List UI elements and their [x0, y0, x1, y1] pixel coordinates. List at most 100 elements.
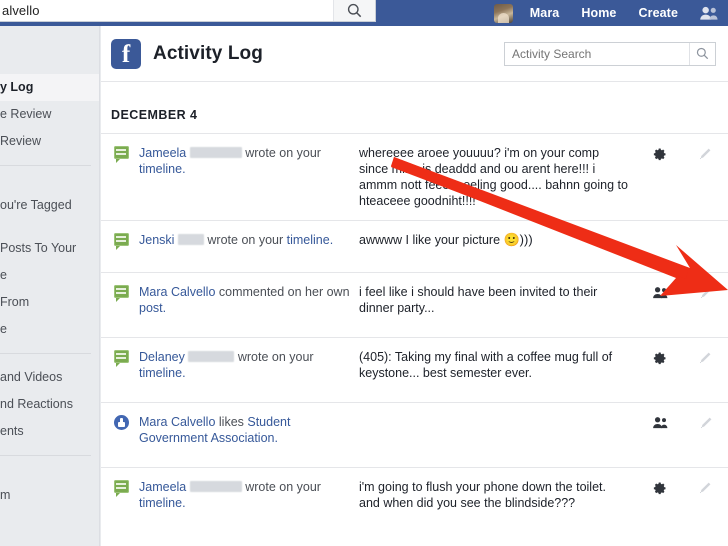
table-row[interactable]: Jameela wrote on your timeline. i'm goin…: [101, 468, 728, 533]
sidebar-item-timeline-review[interactable]: e Review: [0, 101, 99, 128]
sidebar-item-comments[interactable]: ents: [0, 418, 99, 445]
redacted-name: [188, 351, 235, 362]
activity-content: i feel like i should have been invited t…: [359, 285, 598, 315]
smile-emoji-icon: 🙂))): [503, 232, 533, 247]
row-type-icon-cell: [111, 146, 131, 163]
sidebar-item-photos-and-videos[interactable]: and Videos: [0, 364, 99, 391]
sidebar-item-posts-from-cont[interactable]: e: [0, 316, 99, 343]
redacted-name: [189, 481, 242, 492]
activity-description: Delaney wrote on your timeline.: [131, 349, 359, 381]
row-type-icon-cell: [111, 350, 131, 367]
sidebar-item-likes-and-reactions[interactable]: nd Reactions: [0, 391, 99, 418]
row-actions: [636, 479, 728, 496]
row-type-icon-cell: [111, 415, 131, 430]
activity-log-header: f Activity Log: [101, 26, 728, 82]
friends-icon: [700, 6, 718, 20]
redacted-name: [189, 147, 242, 158]
nav-home-link[interactable]: Home: [570, 0, 627, 26]
pencil-icon[interactable]: [698, 147, 712, 161]
global-search-button[interactable]: [333, 0, 375, 21]
top-nav-links: Mara Home Create: [493, 0, 728, 26]
actor-name[interactable]: Mara Calvello: [139, 285, 215, 299]
table-row[interactable]: Mara Calvello commented on her own post.…: [101, 273, 728, 338]
activity-search-input[interactable]: [505, 46, 689, 61]
activity-description: Jameela wrote on your timeline.: [131, 479, 359, 511]
activity-description: Jameela wrote on your timeline.: [131, 145, 359, 177]
pencil-icon[interactable]: [699, 416, 713, 430]
left-sidebar: y Log e Review Review ou're Tagged Posts…: [0, 26, 100, 546]
activity-target-link[interactable]: post.: [139, 301, 166, 315]
row-actions: [636, 414, 728, 430]
pencil-icon[interactable]: [698, 351, 712, 365]
friends-icon[interactable]: [652, 286, 668, 299]
comment-icon: [113, 233, 129, 250]
actor-name[interactable]: Delaney: [139, 350, 185, 364]
actor-name[interactable]: Jameela: [139, 146, 186, 160]
page-title: Activity Log: [153, 42, 263, 64]
global-search-value: alvello: [2, 3, 40, 18]
actor-name[interactable]: Jameela: [139, 480, 186, 494]
pencil-icon[interactable]: [699, 286, 713, 300]
activity-target-link[interactable]: timeline.: [139, 162, 186, 176]
nav-create-link[interactable]: Create: [627, 0, 689, 26]
activity-content: i'm going to flush your phone down the t…: [359, 480, 606, 510]
activity-action-text: commented on her own: [215, 285, 350, 299]
activity-target-link[interactable]: timeline.: [287, 233, 334, 247]
activity-content: whereeee aroee youuuu? i'm on your comp …: [359, 146, 628, 208]
activity-search-button[interactable]: [689, 42, 715, 65]
activity-description: Jenski wrote on your timeline.: [131, 232, 359, 248]
avatar[interactable]: [493, 3, 513, 23]
sidebar-divider-2: [0, 353, 91, 354]
sidebar-item-tag-review[interactable]: Review: [0, 128, 99, 155]
table-row[interactable]: Jenski wrote on your timeline. awwww I l…: [101, 221, 728, 273]
sidebar-item-activity-log[interactable]: y Log: [0, 74, 99, 101]
sidebar-item-posts-timeline-cont[interactable]: e: [0, 262, 99, 289]
activity-action-text: wrote on your: [207, 233, 287, 247]
row-actions: [636, 349, 728, 366]
table-row[interactable]: Mara Calvello likes Student Government A…: [101, 403, 728, 468]
activity-content: (405): Taking my final with a coffee mug…: [359, 350, 613, 380]
actor-name[interactable]: Mara Calvello: [139, 415, 215, 429]
row-actions: [636, 145, 728, 162]
facebook-logo-icon: f: [111, 38, 141, 69]
table-row[interactable]: Delaney wrote on your timeline. (405): T…: [101, 338, 728, 403]
pencil-icon[interactable]: [698, 481, 712, 495]
nav-friends-button[interactable]: [689, 5, 724, 21]
page-body: y Log e Review Review ou're Tagged Posts…: [0, 26, 728, 546]
activity-action-text: likes: [215, 415, 248, 429]
activity-description: Mara Calvello commented on her own post.: [131, 284, 359, 316]
main-content: f Activity Log DECEMBER 4 Jameela wrote: [101, 26, 728, 546]
activity-action-text: wrote on your: [237, 350, 314, 364]
friends-icon[interactable]: [652, 416, 668, 429]
gear-icon[interactable]: [652, 147, 667, 162]
search-icon: [696, 47, 709, 60]
nav-user-name[interactable]: Mara: [519, 0, 571, 26]
top-navigation-bar: alvello Mara Home Create: [0, 0, 728, 26]
row-type-icon-cell: [111, 480, 131, 497]
sidebar-item-photos-youre-tagged[interactable]: ou're Tagged: [0, 192, 99, 219]
sidebar-divider-1: [0, 165, 91, 166]
activity-target-link[interactable]: timeline.: [139, 366, 186, 380]
activity-description: Mara Calvello likes Student Government A…: [131, 414, 359, 446]
row-actions: [636, 284, 728, 300]
sidebar-item-more[interactable]: m: [0, 482, 99, 509]
activity-action-text: wrote on your: [245, 146, 321, 160]
global-search-field[interactable]: alvello: [0, 0, 376, 22]
like-icon: [113, 415, 129, 430]
actor-name[interactable]: Jenski: [139, 233, 174, 247]
gear-icon[interactable]: [652, 481, 667, 496]
comment-icon: [113, 285, 129, 302]
activity-target-link[interactable]: timeline.: [139, 496, 186, 510]
row-actions: [636, 232, 728, 234]
activity-search-box[interactable]: [504, 41, 716, 66]
activity-content: awwww I like your picture 🙂))): [359, 232, 636, 248]
redacted-name: [177, 234, 204, 245]
gear-icon[interactable]: [652, 351, 667, 366]
table-row[interactable]: Jameela wrote on your timeline. whereeee…: [101, 134, 728, 221]
sidebar-item-posts-to-your-timeline[interactable]: Posts To Your: [0, 235, 99, 262]
sidebar-item-posts-from[interactable]: From: [0, 289, 99, 316]
search-icon: [347, 3, 362, 18]
